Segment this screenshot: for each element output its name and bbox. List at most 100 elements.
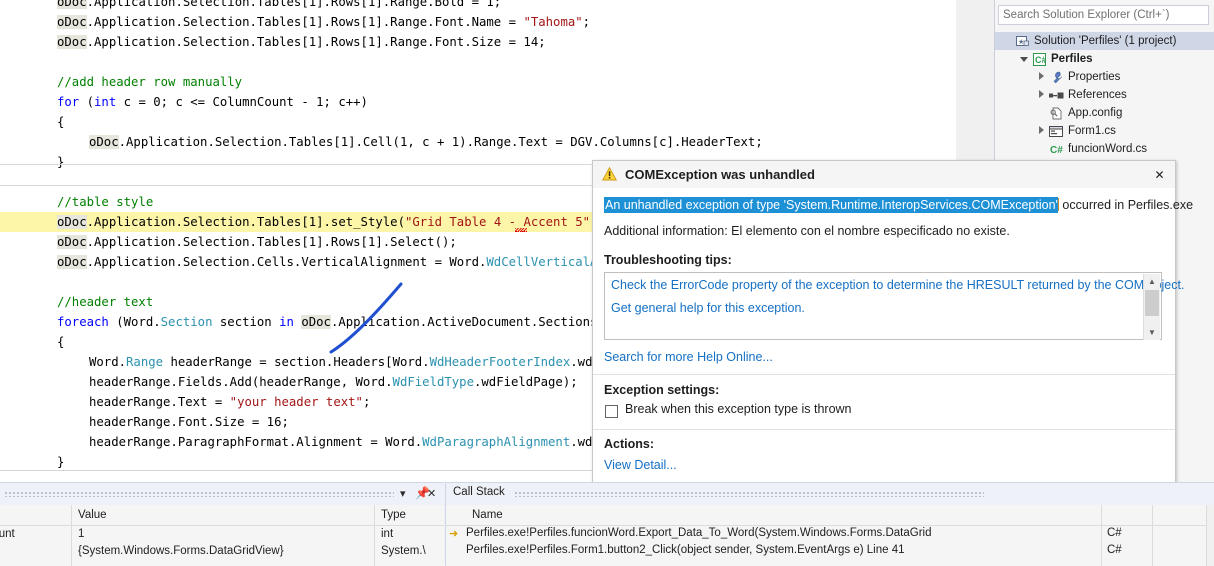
action-link-view-detail[interactable]: View Detail... <box>604 458 677 472</box>
solution-explorer-item-label: Perfiles <box>1051 53 1093 65</box>
call-stack-frame-lang: C# <box>1107 527 1122 539</box>
solution-explorer-item-5[interactable]: Form1.cs <box>995 122 1214 140</box>
exception-additional-info: Additional information: El elemento con … <box>604 224 1010 238</box>
solution-explorer-item-4[interactable]: App.config <box>995 104 1214 122</box>
locals-col-name[interactable] <box>0 505 72 525</box>
solution-explorer-item-6[interactable]: C# funcionWord.cs <box>995 140 1214 158</box>
tips-scroll-up-icon[interactable]: ▲ <box>1144 274 1160 289</box>
solution-explorer-item-label: funcionWord.cs <box>1068 143 1148 155</box>
exception-dialog-body: An unhandled exception of type 'System.R… <box>593 188 1193 520</box>
call-stack-frame-name: Perfiles.exe!Perfiles.Form1.button2_Clic… <box>466 544 905 556</box>
chevron-down-icon[interactable] <box>1018 55 1030 64</box>
chevron-right-icon[interactable] <box>1035 72 1047 82</box>
solution-explorer-item-label: Properties <box>1068 71 1121 83</box>
dialog-divider-1 <box>593 374 1175 375</box>
code-token: Word. <box>89 355 127 369</box>
column-divider[interactable] <box>1152 505 1153 566</box>
csharp-file-icon: C# <box>1047 143 1065 156</box>
code-token: foreach <box>57 315 109 329</box>
table-row[interactable]: {System.Windows.Forms.DataGridView} Syst… <box>0 543 444 560</box>
code-line[interactable]: oDoc.Application.Selection.Tables[1].Row… <box>0 0 956 12</box>
column-divider[interactable] <box>1101 505 1102 566</box>
code-token: .Application.Selection.Tables[1].Cell(1,… <box>118 135 763 149</box>
code-token: .Application.Selection.Tables[1].set_Sty… <box>86 215 405 229</box>
toolbar-grip[interactable] <box>514 491 984 497</box>
break-on-exception-checkbox[interactable] <box>605 405 618 418</box>
code-line[interactable]: oDoc.Application.Selection.Tables[1].Cel… <box>0 132 956 152</box>
code-token: WdHeaderFooterIndex <box>429 355 571 369</box>
code-token: headerRange.ParagraphFormat.Alignment = … <box>89 435 423 449</box>
locals-cell-value: {System.Windows.Forms.DataGridView} <box>78 545 284 557</box>
solution-explorer-item-3[interactable]: References <box>995 86 1214 104</box>
code-token: WdFieldType <box>392 375 474 389</box>
code-token: in <box>279 315 294 329</box>
solution-explorer-item-1[interactable]: C# Perfiles <box>995 50 1214 68</box>
troubleshooting-tips-box[interactable]: Check the ErrorCode property of the exce… <box>604 272 1184 340</box>
code-line[interactable]: for (int c = 0; c <= ColumnCount - 1; c+… <box>0 92 956 112</box>
solution-icon: ★ <box>1013 35 1031 48</box>
call-stack-scrollbar[interactable] <box>1206 505 1214 566</box>
column-divider[interactable] <box>374 505 375 566</box>
chevron-down-icon[interactable]: ▾ <box>400 487 406 500</box>
table-row[interactable]: Perfiles.exe!Perfiles.Form1.button2_Clic… <box>446 543 1214 560</box>
locals-panel-toolbar: ▾ 📌 ✕ <box>0 483 444 505</box>
code-token: Range <box>126 355 164 369</box>
code-token: .Application.Selection.Cells.VerticalAli… <box>86 255 487 269</box>
code-token: //add header row manually <box>57 75 243 89</box>
solution-explorer-search-input[interactable]: Search Solution Explorer (Ctrl+`) <box>998 5 1209 25</box>
exception-dialog[interactable]: COMException was unhandled ✕ An unhandle… <box>592 160 1193 527</box>
code-line[interactable]: oDoc.Application.Selection.Tables[1].Row… <box>0 12 956 32</box>
call-stack-panel[interactable]: Call Stack Name ➜ Perfiles.exe!Perfiles.… <box>445 482 1214 566</box>
locals-panel[interactable]: ▾ 📌 ✕ Value Type Count 1 int {System.Win… <box>0 482 444 566</box>
config-file-icon <box>1047 107 1065 120</box>
column-divider[interactable] <box>71 505 72 566</box>
exception-settings-label: Exception settings: <box>604 383 720 397</box>
exception-dialog-title: COMException was unhandled <box>625 167 815 182</box>
troubleshooting-tips-label: Troubleshooting tips: <box>604 253 732 267</box>
table-row[interactable]: ➜ Perfiles.exe!Perfiles.funcionWord.Expo… <box>446 526 1214 543</box>
close-icon[interactable]: ✕ <box>1150 165 1169 184</box>
tip-link-0[interactable]: Check the ErrorCode property of the exce… <box>611 278 1184 292</box>
code-line[interactable]: //add header row manually <box>0 72 956 92</box>
chevron-right-icon[interactable] <box>1035 90 1047 100</box>
solution-explorer-item-0[interactable]: ★ Solution 'Perfiles' (1 project) <box>995 32 1214 50</box>
call-stack-title: Call Stack <box>453 486 505 498</box>
locals-cell-value: 1 <box>78 528 85 540</box>
code-line[interactable] <box>0 52 956 72</box>
tips-scroll-thumb[interactable] <box>1145 290 1159 316</box>
search-help-online-link[interactable]: Search for more Help Online... <box>604 350 773 364</box>
code-line[interactable]: oDoc.Application.Selection.Tables[1].Row… <box>0 32 956 52</box>
code-token: Section <box>160 315 213 329</box>
chevron-right-icon[interactable] <box>1035 126 1047 136</box>
warning-triangle-icon <box>601 166 618 183</box>
exception-message: An unhandled exception of type 'System.R… <box>604 197 1193 213</box>
call-stack-col-name[interactable]: Name <box>466 506 503 525</box>
toolbar-grip[interactable] <box>4 491 394 497</box>
code-line[interactable]: { <box>0 112 956 132</box>
code-token: oDoc <box>57 15 87 29</box>
tips-scroll-down-icon[interactable]: ▼ <box>1144 325 1160 340</box>
locals-col-type[interactable]: Type <box>375 505 444 525</box>
solution-explorer-item-label: App.config <box>1068 107 1123 119</box>
code-token: ; <box>582 15 591 29</box>
exception-message-selected[interactable]: An unhandled exception of type 'System.R… <box>604 197 1058 213</box>
code-token: .Application.ActiveDocument.Sections) <box>330 315 605 329</box>
code-token: "Grid Table 4 - Accent 5" <box>404 215 591 229</box>
code-token: .Application.Selection.Tables[1].Rows[1]… <box>86 15 524 29</box>
close-icon[interactable]: ✕ <box>427 487 436 500</box>
references-icon <box>1047 89 1065 102</box>
tips-scrollbar[interactable]: ▲ ▼ <box>1143 274 1160 340</box>
code-token: c = 0; c <= ColumnCount - 1; c++) <box>116 95 368 109</box>
locals-col-value[interactable]: Value <box>72 505 375 525</box>
tip-link-1[interactable]: Get general help for this exception. <box>611 301 805 315</box>
table-row[interactable]: Count 1 int <box>0 526 444 543</box>
exception-message-rest: occurred in Perfiles.exe <box>1058 198 1194 212</box>
break-on-exception-label[interactable]: Break when this exception type is thrown <box>625 402 852 416</box>
call-stack-frame-name: Perfiles.exe!Perfiles.funcionWord.Export… <box>466 527 932 539</box>
code-token: oDoc <box>89 135 119 149</box>
code-token: int <box>94 95 117 109</box>
solution-explorer-item-2[interactable]: Properties <box>995 68 1214 86</box>
code-token: for <box>57 95 80 109</box>
code-token: "your header text" <box>229 395 363 409</box>
code-token: ; <box>362 395 371 409</box>
